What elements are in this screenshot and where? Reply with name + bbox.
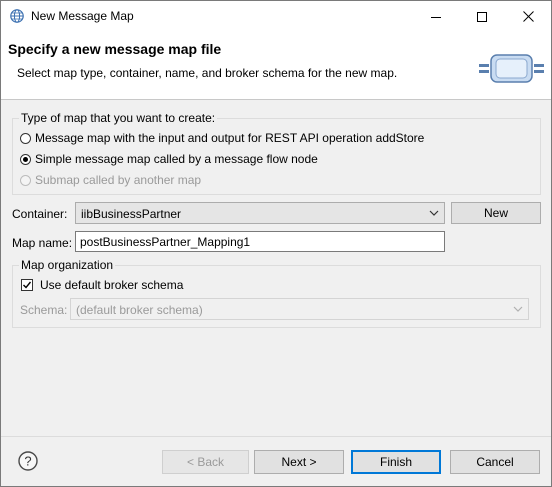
back-button[interactable]: < Back bbox=[162, 450, 249, 474]
minimize-icon bbox=[431, 16, 441, 18]
checkbox-box[interactable] bbox=[21, 279, 33, 291]
schema-label: Schema: bbox=[20, 303, 68, 317]
chevron-down-icon bbox=[513, 306, 523, 312]
map-organization-legend: Map organization bbox=[19, 258, 116, 272]
finish-button[interactable]: Finish bbox=[351, 450, 441, 474]
container-combo[interactable]: iibBusinessPartner bbox=[75, 202, 445, 224]
schema-combo[interactable]: (default broker schema) bbox=[70, 298, 529, 320]
chevron-down-icon bbox=[429, 210, 439, 216]
maximize-icon bbox=[477, 11, 487, 22]
radio-submap-label: Submap called by another map bbox=[35, 173, 202, 187]
schema-value: (default broker schema) bbox=[76, 303, 203, 317]
next-button[interactable]: Next > bbox=[254, 450, 344, 474]
maximize-button[interactable] bbox=[459, 1, 505, 32]
svg-text:?: ? bbox=[24, 454, 31, 469]
radio-simple-message-map-label: Simple message map called by a message f… bbox=[35, 152, 318, 166]
radio-button-selected[interactable] bbox=[20, 153, 31, 165]
page-description: Select map type, container, name, and br… bbox=[17, 66, 398, 80]
map-name-label: Map name: bbox=[12, 236, 73, 250]
close-icon bbox=[522, 11, 534, 22]
use-default-broker-schema-checkbox[interactable]: Use default broker schema bbox=[21, 278, 183, 292]
page-title: Specify a new message map file bbox=[8, 41, 222, 57]
check-icon bbox=[23, 281, 32, 289]
radio-rest-api-map[interactable]: Message map with the input and output fo… bbox=[20, 131, 424, 145]
cancel-button[interactable]: Cancel bbox=[450, 450, 540, 474]
footer-divider bbox=[1, 436, 551, 437]
minimize-button[interactable] bbox=[413, 1, 459, 32]
container-label: Container: bbox=[12, 207, 68, 221]
title-bar: New Message Map bbox=[1, 1, 551, 32]
help-icon[interactable]: ? bbox=[18, 451, 38, 471]
map-type-legend: Type of map that you want to create: bbox=[19, 111, 218, 125]
container-value: iibBusinessPartner bbox=[81, 207, 182, 221]
radio-button-disabled[interactable] bbox=[20, 174, 31, 186]
map-name-input[interactable] bbox=[76, 232, 444, 251]
wizard-header: Specify a new message map file Select ma… bbox=[1, 32, 551, 100]
message-map-banner-icon bbox=[479, 54, 544, 83]
radio-button[interactable] bbox=[20, 132, 31, 144]
use-default-broker-schema-label: Use default broker schema bbox=[40, 278, 184, 292]
window-title: New Message Map bbox=[31, 9, 134, 23]
globe-icon bbox=[10, 9, 24, 23]
close-button[interactable] bbox=[505, 1, 551, 32]
radio-submap[interactable]: Submap called by another map bbox=[20, 173, 201, 187]
new-container-button[interactable]: New bbox=[451, 202, 541, 224]
radio-simple-message-map[interactable]: Simple message map called by a message f… bbox=[20, 152, 318, 166]
new-message-map-dialog: New Message Map Specify a new message ma… bbox=[0, 0, 552, 487]
radio-rest-api-map-label: Message map with the input and output fo… bbox=[35, 131, 425, 145]
map-name-field[interactable] bbox=[75, 231, 445, 252]
